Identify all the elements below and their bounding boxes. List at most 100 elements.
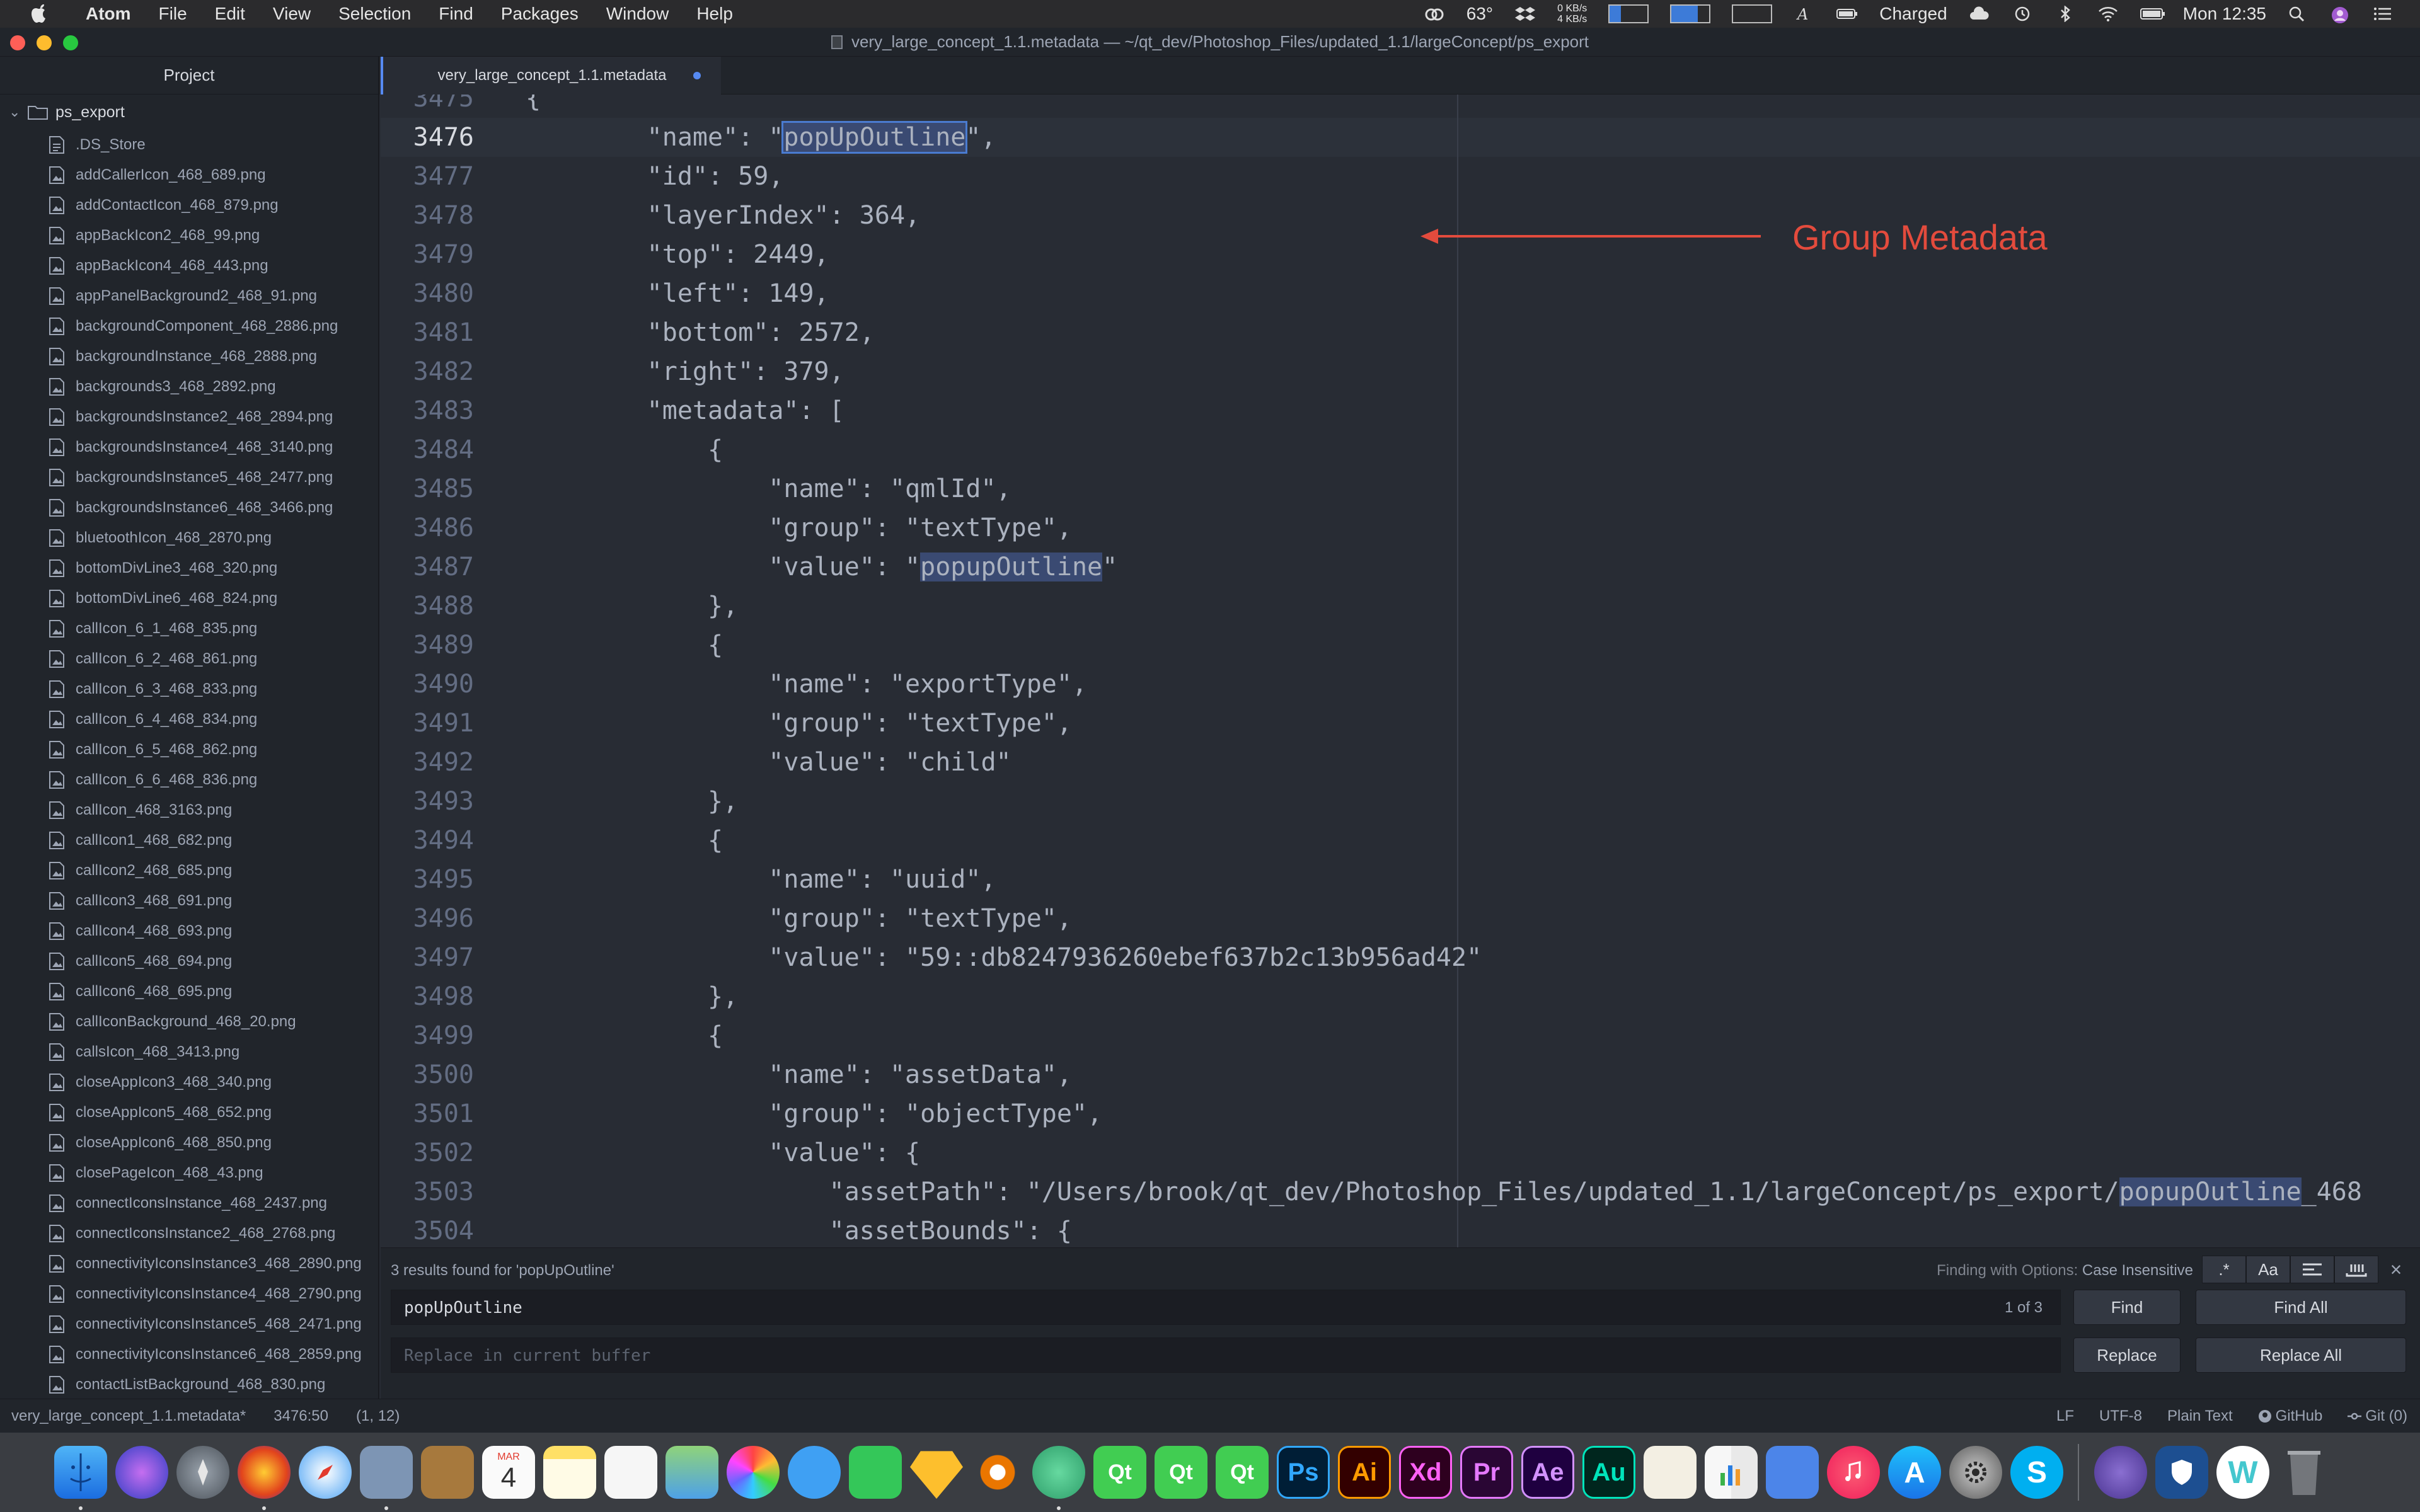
- line-number[interactable]: 3496: [381, 899, 474, 938]
- line-number[interactable]: 3477: [381, 157, 474, 196]
- code-line[interactable]: {: [526, 821, 723, 860]
- line-number[interactable]: 3483: [381, 391, 474, 430]
- status-line-ending[interactable]: LF: [2056, 1407, 2074, 1425]
- code-line[interactable]: "name": "qmlId",: [526, 469, 1011, 508]
- code-line[interactable]: "value": "popupOutline": [526, 547, 1117, 587]
- regex-toggle-button[interactable]: .*: [2202, 1256, 2246, 1283]
- file-list-item[interactable]: callIcon6_468_695.png: [0, 976, 378, 1007]
- file-list-item[interactable]: appBackIcon4_468_443.png: [0, 251, 378, 281]
- itunes-icon[interactable]: [1827, 1446, 1880, 1499]
- archive-utility-icon[interactable]: [421, 1446, 474, 1499]
- gpu-meter[interactable]: [1732, 4, 1773, 23]
- code-line[interactable]: {: [526, 626, 723, 665]
- line-number[interactable]: 3503: [381, 1172, 474, 1211]
- file-list-item[interactable]: addContactIcon_468_879.png: [0, 190, 378, 220]
- code-line[interactable]: "value": "59::db8247936260ebef637b2c13b9…: [526, 938, 1482, 977]
- skype-icon[interactable]: S: [2010, 1446, 2063, 1499]
- whole-word-toggle-icon[interactable]: [2334, 1256, 2378, 1283]
- tree-root-folder[interactable]: ⌄ ps_export: [0, 94, 378, 130]
- firefox-icon[interactable]: [238, 1446, 291, 1510]
- code-line[interactable]: "assetPath": "/Users/brook/qt_dev/Photos…: [526, 1172, 2362, 1211]
- code-line[interactable]: "assetBounds": {: [526, 1211, 1072, 1247]
- line-number[interactable]: 3495: [381, 860, 474, 899]
- code-line[interactable]: },: [526, 782, 738, 821]
- memory-meter[interactable]: [1670, 4, 1711, 23]
- file-list-item[interactable]: callIcon4_468_693.png: [0, 916, 378, 946]
- launchpad-icon[interactable]: [176, 1446, 229, 1499]
- line-number[interactable]: 3491: [381, 704, 474, 743]
- adobe-xd-icon[interactable]: Xd: [1399, 1446, 1452, 1499]
- modified-indicator-icon[interactable]: [693, 72, 701, 79]
- numbers-icon[interactable]: [1705, 1446, 1758, 1499]
- file-list-item[interactable]: callIcon_468_3163.png: [0, 795, 378, 825]
- menu-help[interactable]: Help: [683, 4, 747, 24]
- facetime-icon[interactable]: [849, 1446, 902, 1499]
- file-list-item[interactable]: contactListBackground_468_830.png: [0, 1370, 378, 1399]
- messages-icon[interactable]: [788, 1446, 841, 1499]
- code-line[interactable]: "name": "exportType",: [526, 665, 1087, 704]
- replace-all-button[interactable]: Replace All: [2196, 1337, 2406, 1373]
- file-list-item[interactable]: callIcon_6_1_468_835.png: [0, 614, 378, 644]
- chevron-down-icon[interactable]: ⌄: [9, 104, 28, 120]
- file-list-item[interactable]: backgroundComponent_468_2886.png: [0, 311, 378, 341]
- safari-icon[interactable]: [299, 1446, 352, 1499]
- line-number[interactable]: 3490: [381, 665, 474, 704]
- qt-linguist-icon[interactable]: Qt: [1155, 1446, 1207, 1499]
- system-preferences-icon[interactable]: [1949, 1446, 2002, 1499]
- line-number[interactable]: 3502: [381, 1133, 474, 1172]
- line-number[interactable]: 3475: [381, 94, 474, 118]
- battery-charging-icon[interactable]: [2140, 6, 2165, 22]
- code-line[interactable]: {: [526, 1016, 723, 1055]
- weather-temperature[interactable]: 63°: [1466, 4, 1493, 24]
- code-line[interactable]: "group": "textType",: [526, 704, 1072, 743]
- blender-icon[interactable]: [971, 1446, 1024, 1499]
- file-list-item[interactable]: callIconBackground_468_20.png: [0, 1007, 378, 1037]
- file-list-item[interactable]: callIcon_6_3_468_833.png: [0, 674, 378, 704]
- line-number[interactable]: 3487: [381, 547, 474, 587]
- find-input[interactable]: popUpOutline 1 of 3: [391, 1290, 2061, 1325]
- line-number[interactable]: 3476: [381, 118, 512, 157]
- status-github[interactable]: GitHub: [2258, 1407, 2322, 1425]
- textedit-icon[interactable]: [1644, 1446, 1697, 1499]
- status-grammar[interactable]: Plain Text: [2167, 1407, 2233, 1425]
- code-line[interactable]: "group": "objectType",: [526, 1094, 1102, 1133]
- code-line[interactable]: {: [526, 430, 723, 469]
- file-list-item[interactable]: backgroundsInstance5_468_2477.png: [0, 462, 378, 493]
- illustrator-icon[interactable]: Ai: [1338, 1446, 1391, 1499]
- code-line[interactable]: {: [526, 94, 541, 118]
- file-list-item[interactable]: callIcon_6_5_468_862.png: [0, 735, 378, 765]
- tor-browser-icon[interactable]: [2094, 1446, 2147, 1499]
- file-list-item[interactable]: callIcon2_468_685.png: [0, 856, 378, 886]
- menu-find[interactable]: Find: [425, 4, 487, 24]
- siri-icon[interactable]: [115, 1446, 168, 1499]
- finder-icon[interactable]: [54, 1446, 107, 1510]
- photoshop-icon[interactable]: Ps: [1277, 1446, 1330, 1499]
- app-store-icon[interactable]: A: [1888, 1446, 1941, 1499]
- line-number[interactable]: 3497: [381, 938, 474, 977]
- window-minimize-button[interactable]: [37, 35, 52, 50]
- file-list-item[interactable]: appPanelBackground2_468_91.png: [0, 281, 378, 311]
- file-list-item[interactable]: connectivityIconsInstance6_468_2859.png: [0, 1339, 378, 1370]
- tree-view-header[interactable]: Project: [0, 57, 378, 94]
- replace-button[interactable]: Replace: [2073, 1337, 2181, 1373]
- find-button[interactable]: Find: [2073, 1290, 2181, 1325]
- menu-file[interactable]: File: [145, 4, 201, 24]
- line-number[interactable]: 3492: [381, 743, 474, 782]
- text-input-icon[interactable]: A: [1794, 6, 1815, 23]
- file-list-item[interactable]: callIcon1_468_682.png: [0, 825, 378, 856]
- code-line[interactable]: "metadata": [: [526, 391, 844, 430]
- code-line[interactable]: "bottom": 2572,: [526, 313, 875, 352]
- code-line[interactable]: },: [526, 587, 738, 626]
- bluetooth-icon[interactable]: [2054, 5, 2076, 23]
- file-list-item[interactable]: callIcon_6_6_468_836.png: [0, 765, 378, 795]
- status-git[interactable]: Git (0): [2348, 1407, 2407, 1425]
- file-list-item[interactable]: closeAppIcon6_468_850.png: [0, 1128, 378, 1158]
- code-line[interactable]: "group": "textType",: [526, 508, 1072, 547]
- file-list-item[interactable]: addCallerIcon_468_689.png: [0, 160, 378, 190]
- file-list-item[interactable]: connectIconsInstance_468_2437.png: [0, 1188, 378, 1218]
- file-list-item[interactable]: appBackIcon2_468_99.png: [0, 220, 378, 251]
- keynote-icon[interactable]: [1766, 1446, 1819, 1499]
- line-number[interactable]: 3479: [381, 235, 474, 274]
- battery-status[interactable]: Charged: [1879, 4, 1947, 24]
- line-number[interactable]: 3494: [381, 821, 474, 860]
